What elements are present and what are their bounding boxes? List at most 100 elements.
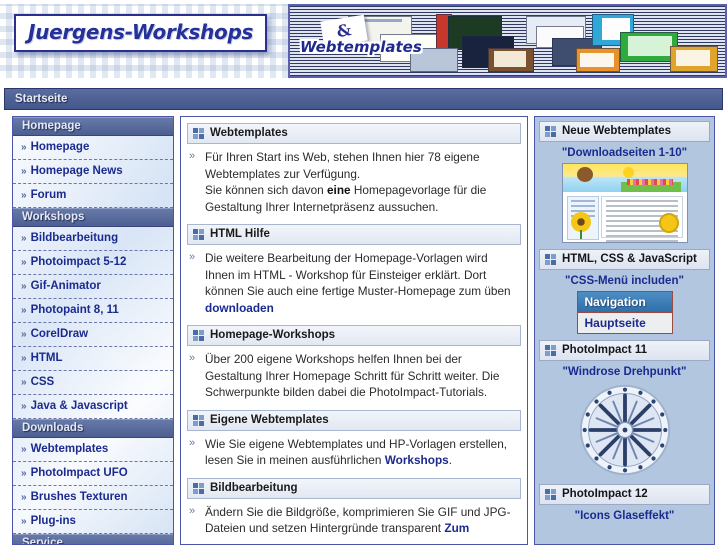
right-panel-title: PhotoImpact 12: [562, 488, 648, 500]
compass-rose-graphic: [579, 384, 670, 476]
content-text: Wie Sie eigene Webtemplates und HP-Vorla…: [205, 436, 508, 468]
banner-thumb: [580, 53, 614, 67]
sidebar-item-webtemplates[interactable]: » Webtemplates: [13, 438, 173, 462]
thumb-stem: [579, 230, 582, 239]
content-panel-body: » Die weitere Bearbeitung der Homepage-Vo…: [187, 245, 521, 318]
right-panel-caption[interactable]: "Downloadseiten 1-10": [539, 142, 710, 163]
content-link[interactable]: downloaden: [205, 301, 274, 315]
banner-webtemplates-text: Webtemplates: [300, 38, 422, 56]
chevron-right-icon: »: [21, 468, 27, 479]
sidebar-item-bildbearbeitung[interactable]: » Bildbearbeitung: [13, 227, 173, 251]
right-panel: PhotoImpact 12 "Icons Glaseffekt": [539, 484, 710, 526]
sidebar-item-photoimpact-ufo[interactable]: » PhotoImpact UFO: [13, 462, 173, 486]
four-squares-icon: [545, 126, 556, 137]
chevron-right-icon: »: [21, 329, 27, 340]
css-menu-preview[interactable]: Navigation Hauptseite: [576, 291, 673, 334]
content-text: .: [448, 453, 452, 467]
site-logo[interactable]: Juergens-Workshops: [14, 14, 268, 52]
content-panel-text: Ändern Sie die Bildgröße, komprimieren S…: [205, 504, 517, 537]
content-text: Über 200 eigene Workshops helfen Ihnen b…: [205, 352, 500, 399]
sidebar-item-label: Photopaint 8, 11: [30, 304, 119, 316]
sidebar-group-title: Service: [13, 534, 173, 544]
bullet-arrow-icon: »: [189, 251, 196, 263]
four-squares-icon: [193, 330, 204, 341]
webtemplate-preview-image[interactable]: [561, 163, 688, 243]
chevron-right-icon: »: [21, 233, 27, 244]
sidebar-item-label: Bildbearbeitung: [30, 232, 119, 244]
sidebar-item-homepage-news[interactable]: » Homepage News: [13, 160, 173, 184]
sidebar-item-photoimpact-5-12[interactable]: » Photoimpact 5-12: [13, 251, 173, 275]
main-content: Webtemplates » Für Ihren Start ins Web, st…: [180, 116, 528, 545]
content-text: Die weitere Bearbeitung der Homepage-Vor…: [205, 251, 511, 298]
chevron-right-icon: »: [21, 444, 27, 455]
content-panel-title: Eigene Webtemplates: [210, 413, 329, 426]
bullet-arrow-icon: »: [189, 436, 196, 449]
chevron-right-icon: »: [21, 142, 27, 153]
right-panel-caption[interactable]: "Windrose Drehpunkt": [539, 361, 710, 382]
content-panel-title: Bildbearbeitung: [210, 481, 298, 494]
sidebar-navigation: Homepage» Homepage» Homepage News» Forum Wor…: [12, 116, 174, 545]
right-panel: PhotoImpact 11 "Windrose Drehpunkt": [539, 340, 710, 478]
sidebar-item-brushes-texturen[interactable]: » Brushes Texturen: [13, 486, 173, 510]
thumb-sun: [622, 167, 634, 178]
sidebar-item-css[interactable]: » CSS: [13, 371, 173, 395]
content-panel-body: » Wie Sie eigene Webtemplates und HP-Vorl…: [187, 431, 521, 471]
sidebar-item-plug-ins[interactable]: » Plug-ins: [13, 510, 173, 534]
sidebar-item-label: Plug-ins: [30, 515, 76, 527]
thumb-flowers: [626, 179, 673, 185]
sidebar-item-homepage[interactable]: » Homepage: [13, 136, 173, 160]
right-panel: Neue Webtemplates "Downloadseiten 1-10": [539, 121, 710, 243]
content-panel-body: » Für Ihren Start ins Web, stehen Ihnen h…: [187, 144, 521, 217]
content-link[interactable]: Zum: [444, 521, 469, 535]
chevron-right-icon: »: [21, 305, 27, 316]
content-panel-text: Die weitere Bearbeitung der Homepage-Vor…: [205, 250, 517, 316]
sidebar-item-photopaint-8-11[interactable]: » Photopaint 8, 11: [13, 299, 173, 323]
thumb-bear: [576, 167, 593, 182]
breadcrumb-label: Startseite: [15, 93, 68, 105]
four-squares-icon: [193, 482, 204, 494]
sidebar-item-label: PhotoImpact UFO: [30, 467, 128, 479]
chevron-right-icon: »: [21, 401, 27, 412]
content-panel: Homepage-Workshops » Über 200 eigene Works…: [187, 325, 521, 403]
chevron-right-icon: »: [21, 353, 27, 364]
right-panel-artwork: [539, 382, 710, 478]
css-menu-navigation-item[interactable]: Navigation: [577, 292, 672, 313]
right-panel: HTML, CSS & JavaScript "CSS-Menü includen…: [539, 249, 710, 334]
right-panel-caption[interactable]: "CSS-Menü includen": [539, 270, 710, 291]
page-columns: Homepage» Homepage» Homepage News» Forum Wor…: [4, 116, 723, 545]
sidebar-item-forum[interactable]: » Forum: [13, 184, 173, 208]
header-banner-graphic: & Webtemplates: [288, 4, 727, 78]
banner-thumb: [628, 36, 672, 56]
four-squares-icon: [545, 489, 556, 500]
banner-thumb: [494, 51, 526, 67]
sidebar-item-label: Photoimpact 5-12: [30, 256, 127, 268]
sidebar-item-html[interactable]: » HTML: [13, 347, 173, 371]
bullet-arrow-icon: »: [189, 150, 196, 162]
bullet-arrow-icon: »: [189, 352, 196, 364]
sidebar-item-java-javascript[interactable]: » Java & Javascript: [13, 395, 173, 419]
chevron-right-icon: »: [21, 516, 27, 527]
four-squares-icon: [193, 229, 204, 240]
right-panel-header: PhotoImpact 11: [539, 340, 710, 361]
site-header: Juergens-Workshops & Webtemplates: [0, 0, 727, 82]
right-panel-caption[interactable]: "Icons Glaseffekt": [539, 505, 710, 526]
right-panel-header: Neue Webtemplates: [539, 121, 710, 142]
content-panel-title: HTML Hilfe: [210, 228, 270, 240]
css-menu-hauptseite-item[interactable]: Hauptseite: [577, 313, 672, 333]
thumb-badge: [658, 213, 679, 233]
content-panel-header: Bildbearbeitung: [187, 477, 521, 499]
sidebar-item-coreldraw[interactable]: » CorelDraw: [13, 323, 173, 347]
content-panel-body: » Über 200 eigene Workshops helfen Ihnen …: [187, 346, 521, 403]
content-link[interactable]: Workshops: [385, 453, 449, 467]
sidebar-item-label: Webtemplates: [30, 443, 109, 455]
sidebar-item-label: Brushes Texturen: [30, 491, 128, 503]
content-panel: Bildbearbeitung » Ändern Sie die Bildgröße…: [187, 477, 521, 539]
chevron-right-icon: »: [21, 166, 27, 177]
breadcrumb: Startseite: [4, 88, 723, 110]
content-panel: HTML Hilfe » Die weitere Bearbeitung der H…: [187, 224, 521, 318]
right-panel-header: PhotoImpact 12: [539, 484, 710, 505]
thumb-sunflower: [570, 212, 591, 232]
sidebar-item-gif-animator[interactable]: » Gif-Animator: [13, 275, 173, 299]
sidebar-item-label: Homepage: [30, 141, 90, 153]
content-panel-header: Eigene Webtemplates: [187, 409, 521, 431]
